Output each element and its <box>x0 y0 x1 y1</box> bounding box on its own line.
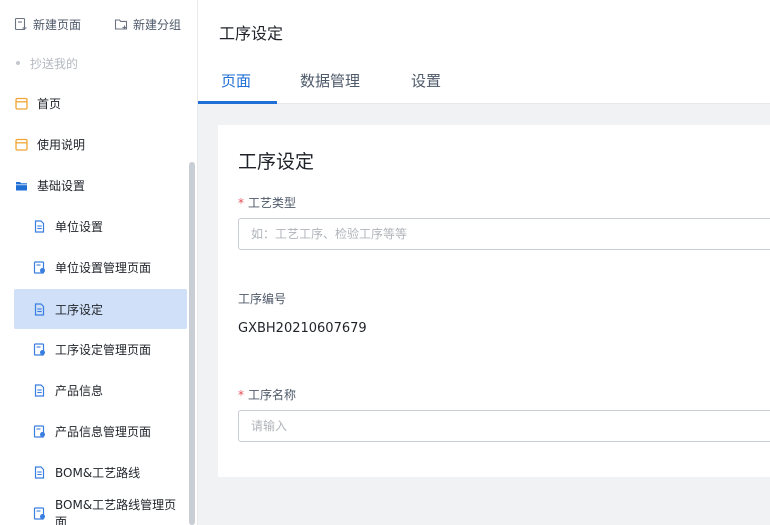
main-content: 工序设定 页面 数据管理 设置 工序设定 * 工艺类型 工序编号 GXBH202… <box>198 0 770 525</box>
document-icon <box>34 302 45 316</box>
process-name-label: * 工序名称 <box>238 386 296 403</box>
sidebar-item-label: BOM&工艺路线 <box>55 465 141 480</box>
process-code-label-text: 工序编号 <box>238 292 287 306</box>
craft-type-input[interactable] <box>238 218 770 250</box>
sidebar-item-label: 产品信息管理页面 <box>55 424 152 439</box>
document-icon <box>34 465 45 479</box>
sidebar-item-label: 首页 <box>37 96 62 111</box>
process-code-label: 工序编号 <box>238 290 286 307</box>
header: 工序设定 页面 数据管理 设置 <box>198 0 770 104</box>
tab-data-management[interactable]: 数据管理 <box>300 70 360 91</box>
calendar-icon <box>15 138 28 151</box>
admin-page-icon <box>33 424 45 438</box>
page-title: 工序设定 <box>219 24 284 43</box>
process-code-value: GXBH20210607679 <box>238 321 367 336</box>
sidebar-item-process-settings-admin[interactable]: 工序设定管理页面 <box>14 329 187 369</box>
sidebar-item-label: 单位设置 <box>55 219 104 234</box>
admin-page-icon <box>33 260 45 274</box>
sidebar: 新建页面 新建分组 抄送我的 首页 使用说明 基础设置 单位设置 单位设置管理页… <box>0 0 198 525</box>
admin-page-icon <box>33 506 45 520</box>
craft-type-label: * 工艺类型 <box>238 194 296 211</box>
new-page-label: 新建页面 <box>33 17 82 32</box>
tab-settings[interactable]: 设置 <box>411 70 441 91</box>
sidebar-item-product-info-admin[interactable]: 产品信息管理页面 <box>14 411 187 451</box>
sidebar-item-label: 工序设定 <box>55 302 104 317</box>
sidebar-item-label: 基础设置 <box>37 178 86 193</box>
sidebar-item-label: 使用说明 <box>37 137 86 152</box>
bullet-dot <box>16 61 20 65</box>
sidebar-item-label: 产品信息 <box>55 383 104 398</box>
folder-icon <box>16 181 27 190</box>
new-page-icon <box>14 17 27 31</box>
sidebar-item-instructions[interactable]: 使用说明 <box>14 124 187 164</box>
sidebar-item-home[interactable]: 首页 <box>14 83 187 123</box>
document-icon <box>34 383 45 397</box>
craft-type-label-text: 工艺类型 <box>248 196 297 210</box>
sidebar-item-cc-me[interactable]: 抄送我的 <box>16 55 78 71</box>
new-group-button[interactable]: 新建分组 <box>114 14 181 34</box>
admin-page-icon <box>33 342 45 356</box>
new-group-label: 新建分组 <box>133 17 182 32</box>
new-folder-icon <box>114 19 128 30</box>
sidebar-item-product-info[interactable]: 产品信息 <box>14 370 187 410</box>
process-name-input[interactable] <box>238 410 770 442</box>
sidebar-item-label: 工序设定管理页面 <box>55 342 152 357</box>
form-title: 工序设定 <box>238 151 315 173</box>
sidebar-item-process-settings[interactable]: 工序设定 <box>14 289 187 329</box>
process-name-label-text: 工序名称 <box>248 388 297 402</box>
sidebar-item-bom-route-admin[interactable]: BOM&工艺路线管理页面 <box>14 493 187 525</box>
required-marker: * <box>238 195 244 210</box>
sidebar-group-basic-settings[interactable]: 基础设置 <box>14 165 187 205</box>
sidebar-item-unit-settings[interactable]: 单位设置 <box>14 206 187 246</box>
tab-page[interactable]: 页面 <box>221 70 251 91</box>
active-tab-indicator <box>198 101 277 104</box>
calendar-icon <box>15 97 28 110</box>
document-icon <box>34 219 45 233</box>
form-card: 工序设定 * 工艺类型 工序编号 GXBH20210607679 * 工序名称 <box>218 125 770 477</box>
sidebar-item-label: BOM&工艺路线管理页面 <box>55 498 177 525</box>
sidebar-item-label: 抄送我的 <box>30 56 79 71</box>
required-marker: * <box>238 387 244 402</box>
sidebar-item-unit-settings-admin[interactable]: 单位设置管理页面 <box>14 247 187 287</box>
sidebar-scrollbar[interactable] <box>189 162 195 525</box>
sidebar-item-bom-route[interactable]: BOM&工艺路线 <box>14 452 187 492</box>
sidebar-item-label: 单位设置管理页面 <box>55 260 152 275</box>
sidebar-actions: 新建页面 新建分组 <box>0 0 197 48</box>
new-page-button[interactable]: 新建页面 <box>14 14 81 34</box>
